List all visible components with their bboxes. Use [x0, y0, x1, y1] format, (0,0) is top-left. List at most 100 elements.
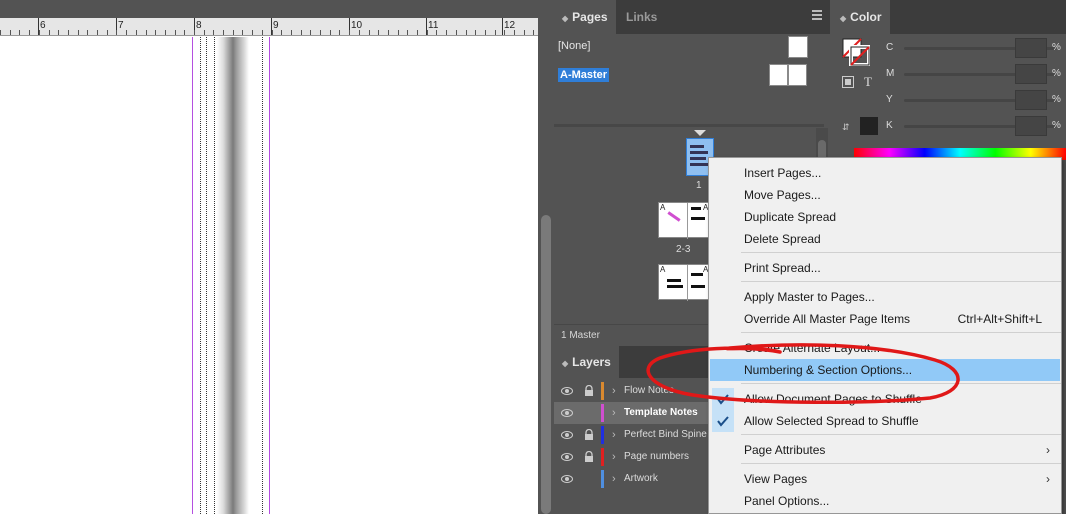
visibility-eye-icon[interactable] [561, 473, 573, 485]
expand-chevron-icon[interactable]: › [612, 446, 616, 468]
lock-icon[interactable] [584, 385, 594, 397]
black-input[interactable] [1015, 116, 1047, 136]
submenu-arrow-icon: › [1046, 443, 1050, 457]
panel-divider[interactable] [554, 124, 824, 127]
ruler-minor-tick [184, 30, 185, 35]
expand-chevron-icon[interactable]: › [612, 468, 616, 490]
horizontal-ruler[interactable]: 6 7 8 9 10 11 12 [0, 18, 538, 36]
document-page[interactable] [0, 37, 538, 514]
lock-icon[interactable] [584, 451, 594, 463]
menu-item[interactable]: Apply Master to Pages... [710, 286, 1060, 308]
ruler-minor-tick [446, 30, 447, 35]
pages-panel-tabbar: ◆ Pages Links [554, 0, 830, 34]
fill-stroke-swatch-icon[interactable] [842, 38, 870, 66]
lock-toggle[interactable] [584, 473, 594, 485]
margin-guide [192, 37, 193, 514]
layer-color-swatch [601, 470, 604, 488]
ruler-minor-tick [533, 30, 534, 35]
master-none-thumbnail[interactable] [788, 36, 808, 58]
expand-chevron-icon[interactable]: › [612, 424, 616, 446]
menu-item[interactable]: Allow Selected Spread to Shuffle [710, 410, 1060, 432]
lock-toggle[interactable] [584, 407, 594, 419]
master-a-left-thumbnail[interactable] [769, 64, 788, 86]
tab-color-label: Color [850, 10, 882, 24]
menu-item[interactable]: View Pages › [710, 468, 1060, 490]
visibility-eye-icon[interactable] [561, 385, 573, 397]
ruler-minor-tick [320, 30, 321, 35]
spread-2-3-thumbnail[interactable]: A A [658, 202, 714, 239]
ruler-minor-tick [233, 30, 234, 35]
menu-item-label: Delete Spread [744, 232, 821, 246]
tab-pages[interactable]: ◆ Pages [554, 0, 616, 34]
menu-item[interactable]: Move Pages... [710, 184, 1060, 206]
menu-item[interactable]: Insert Pages... [710, 162, 1060, 184]
ruler-minor-tick [436, 30, 437, 35]
visibility-eye-icon[interactable] [561, 407, 573, 419]
ruler-minor-tick [485, 30, 486, 35]
layer-name: Perfect Bind Spine [624, 429, 707, 440]
master-a-right-thumbnail[interactable] [788, 64, 807, 86]
ruler-minor-tick [466, 30, 467, 35]
ruler-minor-tick [97, 30, 98, 35]
ruler-minor-tick [58, 30, 59, 35]
black-label: K [886, 120, 893, 131]
menu-item[interactable]: Print Spread... [710, 257, 1060, 279]
master-none[interactable]: [None] [558, 35, 590, 57]
ruler-minor-tick [68, 30, 69, 35]
percent-label: % [1052, 94, 1061, 105]
color-panel: ◆ Color T ⇵ C % M % Y % K % [832, 0, 1066, 160]
pages-count: 1 Master [561, 330, 600, 341]
tab-color[interactable]: ◆ Color [832, 0, 890, 34]
menu-item[interactable]: Page Attributes › [710, 439, 1060, 461]
percent-label: % [1052, 42, 1061, 53]
canvas-vertical-scrollbar[interactable] [538, 0, 554, 514]
yellow-input[interactable] [1015, 90, 1047, 110]
menu-item[interactable]: Panel Options... [710, 490, 1060, 512]
yellow-row: Y % [882, 90, 1066, 110]
tab-links[interactable]: Links [618, 0, 665, 34]
menu-item-label: Duplicate Spread [744, 210, 837, 224]
layer-name: Artwork [624, 473, 658, 484]
scrollbar-thumb[interactable] [541, 215, 551, 514]
layer-name: Page numbers [624, 451, 690, 462]
magenta-input[interactable] [1015, 64, 1047, 84]
ruler-minor-tick [359, 30, 360, 35]
ruler-minor-tick [339, 30, 340, 35]
menu-item-label: Print Spread... [744, 261, 821, 275]
ruler-minor-tick [456, 30, 457, 35]
formatting-container-icon[interactable] [842, 76, 854, 88]
ruler-minor-tick [349, 30, 350, 35]
ruler-minor-tick [223, 30, 224, 35]
lock-icon[interactable] [584, 429, 594, 441]
black-swatch[interactable] [860, 117, 878, 135]
panel-menu-icon[interactable] [812, 10, 824, 22]
submenu-arrow-icon: › [1046, 472, 1050, 486]
menu-item[interactable]: Override All Master Page Items Ctrl+Alt+S… [710, 308, 1060, 330]
visibility-eye-icon[interactable] [561, 451, 573, 463]
document-canvas[interactable]: 6 7 8 9 10 11 12 [0, 0, 538, 514]
menu-item[interactable]: Create Alternate Layout... [710, 337, 1060, 359]
master-a-label: A-Master [558, 68, 610, 82]
ruler-minor-tick [146, 30, 147, 35]
out-of-gamut-icon[interactable]: ⇵ [842, 122, 850, 133]
ruler-minor-tick [204, 30, 205, 35]
menu-item[interactable]: Numbering & Section Options... [710, 359, 1060, 381]
ruler-label: 6 [40, 20, 46, 31]
spread-4-5-thumbnail[interactable]: A A [658, 264, 714, 301]
formatting-text-icon[interactable]: T [864, 74, 872, 90]
color-panel-tabbar: ◆ Color [832, 0, 1066, 34]
ruler-label: 8 [196, 20, 202, 31]
ruler-minor-tick [136, 30, 137, 35]
ruler-minor-tick [504, 30, 505, 35]
master-a[interactable]: A-Master [558, 64, 610, 86]
expand-chevron-icon[interactable]: › [612, 380, 616, 402]
menu-item[interactable]: Duplicate Spread [710, 206, 1060, 228]
black-row: K % [882, 116, 1066, 136]
expand-chevron-icon[interactable]: › [612, 402, 616, 424]
layer-color-swatch [601, 426, 604, 444]
menu-item[interactable]: Allow Document Pages to Shuffle [710, 388, 1060, 410]
tab-layers[interactable]: ◆ Layers [554, 346, 619, 378]
visibility-eye-icon[interactable] [561, 429, 573, 441]
menu-item[interactable]: Delete Spread [710, 228, 1060, 250]
cyan-input[interactable] [1015, 38, 1047, 58]
